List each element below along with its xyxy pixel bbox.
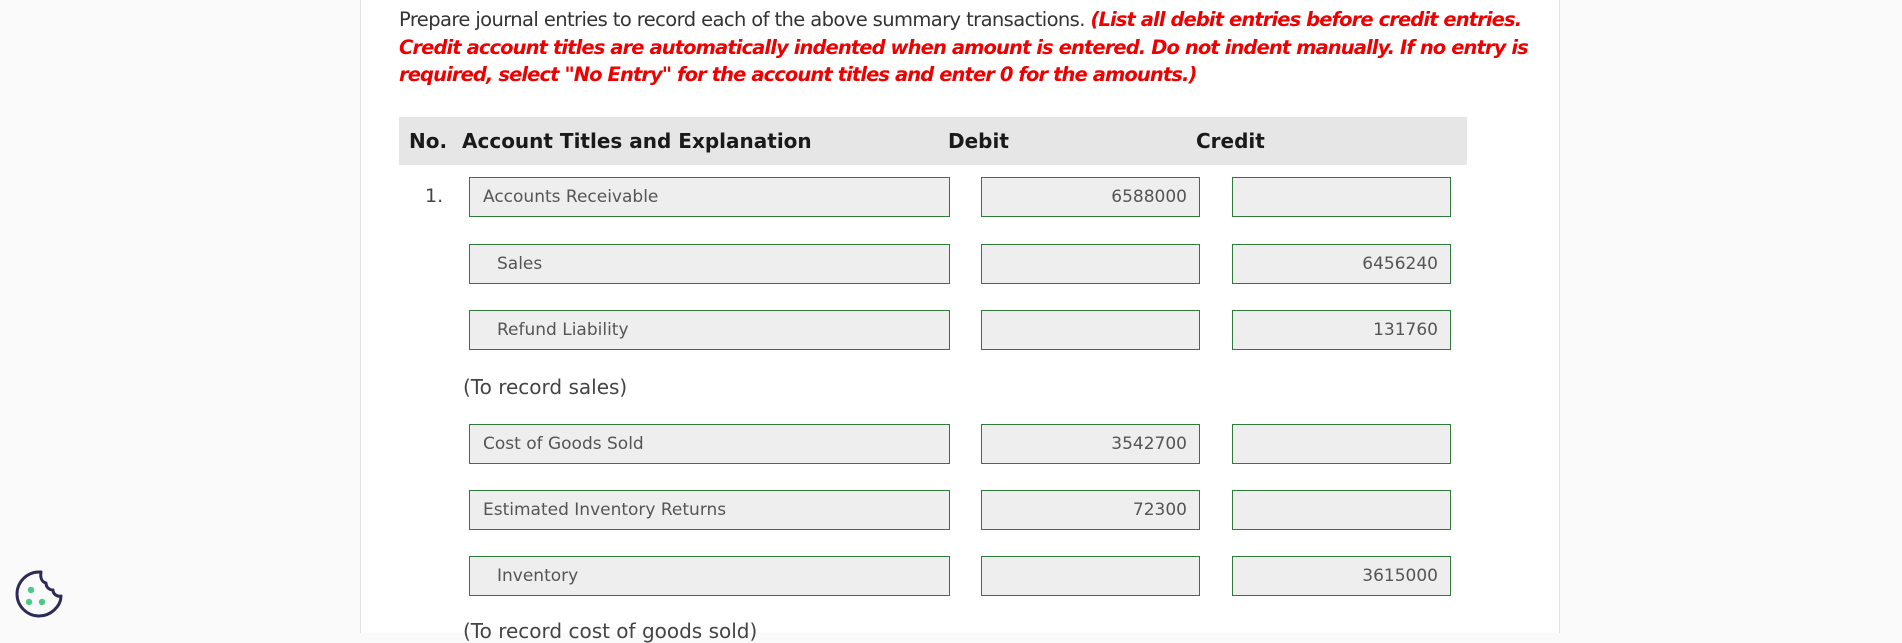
header-credit: Credit xyxy=(1196,129,1265,153)
account-field[interactable]: Cost of Goods Sold xyxy=(469,424,950,464)
account-field[interactable]: Estimated Inventory Returns xyxy=(469,490,950,530)
credit-field[interactable] xyxy=(1232,490,1451,530)
instructions: Prepare journal entries to record each o… xyxy=(399,6,1539,89)
account-field[interactable]: Refund Liability xyxy=(469,310,950,350)
memo-record-sales: (To record sales) xyxy=(463,375,628,399)
account-field[interactable]: Inventory xyxy=(469,556,950,596)
credit-field[interactable]: 3615000 xyxy=(1232,556,1451,596)
instructions-text: Prepare journal entries to record each o… xyxy=(399,8,1085,31)
account-field[interactable]: Accounts Receivable xyxy=(469,177,950,217)
memo-record-cogs: (To record cost of goods sold) xyxy=(463,619,758,643)
journal-table-header: No. Account Titles and Explanation Debit… xyxy=(399,117,1467,165)
debit-field[interactable]: 72300 xyxy=(981,490,1200,530)
header-debit: Debit xyxy=(948,129,1009,153)
credit-field[interactable] xyxy=(1232,177,1451,217)
cookie-settings-icon[interactable] xyxy=(14,569,64,619)
question-panel: Prepare journal entries to record each o… xyxy=(360,0,1560,643)
debit-field[interactable]: 6588000 xyxy=(981,177,1200,217)
header-account-titles: Account Titles and Explanation xyxy=(462,129,812,153)
debit-field[interactable] xyxy=(981,244,1200,284)
entry-number: 1. xyxy=(425,185,444,207)
credit-field[interactable]: 6456240 xyxy=(1232,244,1451,284)
debit-field[interactable] xyxy=(981,310,1200,350)
credit-field[interactable] xyxy=(1232,424,1451,464)
debit-field[interactable] xyxy=(981,556,1200,596)
credit-field[interactable]: 131760 xyxy=(1232,310,1451,350)
account-field[interactable]: Sales xyxy=(469,244,950,284)
debit-field[interactable]: 3542700 xyxy=(981,424,1200,464)
header-no: No. xyxy=(409,129,448,153)
